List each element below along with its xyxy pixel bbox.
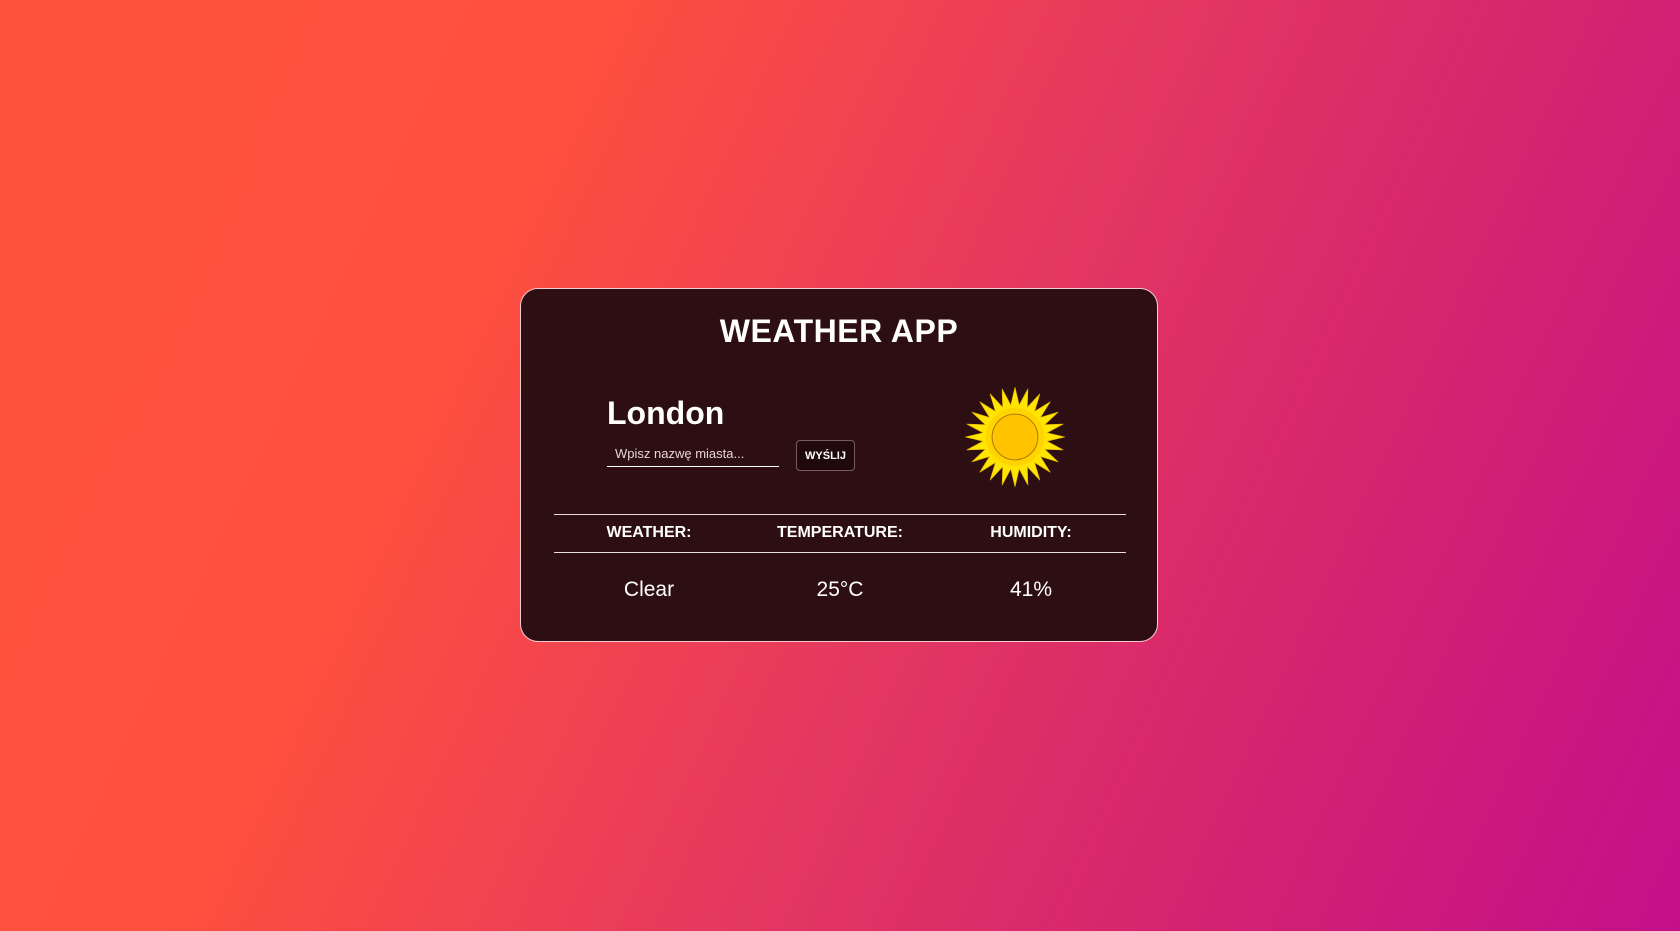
weather-card: WEATHER APP London WYŚLIJ WEATHER: TEMPE… xyxy=(520,288,1158,642)
city-search-input[interactable] xyxy=(607,441,779,467)
humidity-header: HUMIDITY: xyxy=(990,524,1072,541)
sun-icon xyxy=(965,387,1065,487)
temperature-value: 25°C xyxy=(816,578,864,601)
submit-button[interactable]: WYŚLIJ xyxy=(796,440,855,471)
weather-header: WEATHER: xyxy=(606,524,692,541)
temperature-header: TEMPERATURE: xyxy=(777,524,903,541)
table-divider-bottom xyxy=(554,552,1126,553)
humidity-value: 41% xyxy=(1009,578,1053,601)
city-name: London xyxy=(607,395,725,431)
table-divider-top xyxy=(554,514,1126,515)
weather-value: Clear xyxy=(623,578,675,601)
app-title: WEATHER APP xyxy=(719,313,959,349)
